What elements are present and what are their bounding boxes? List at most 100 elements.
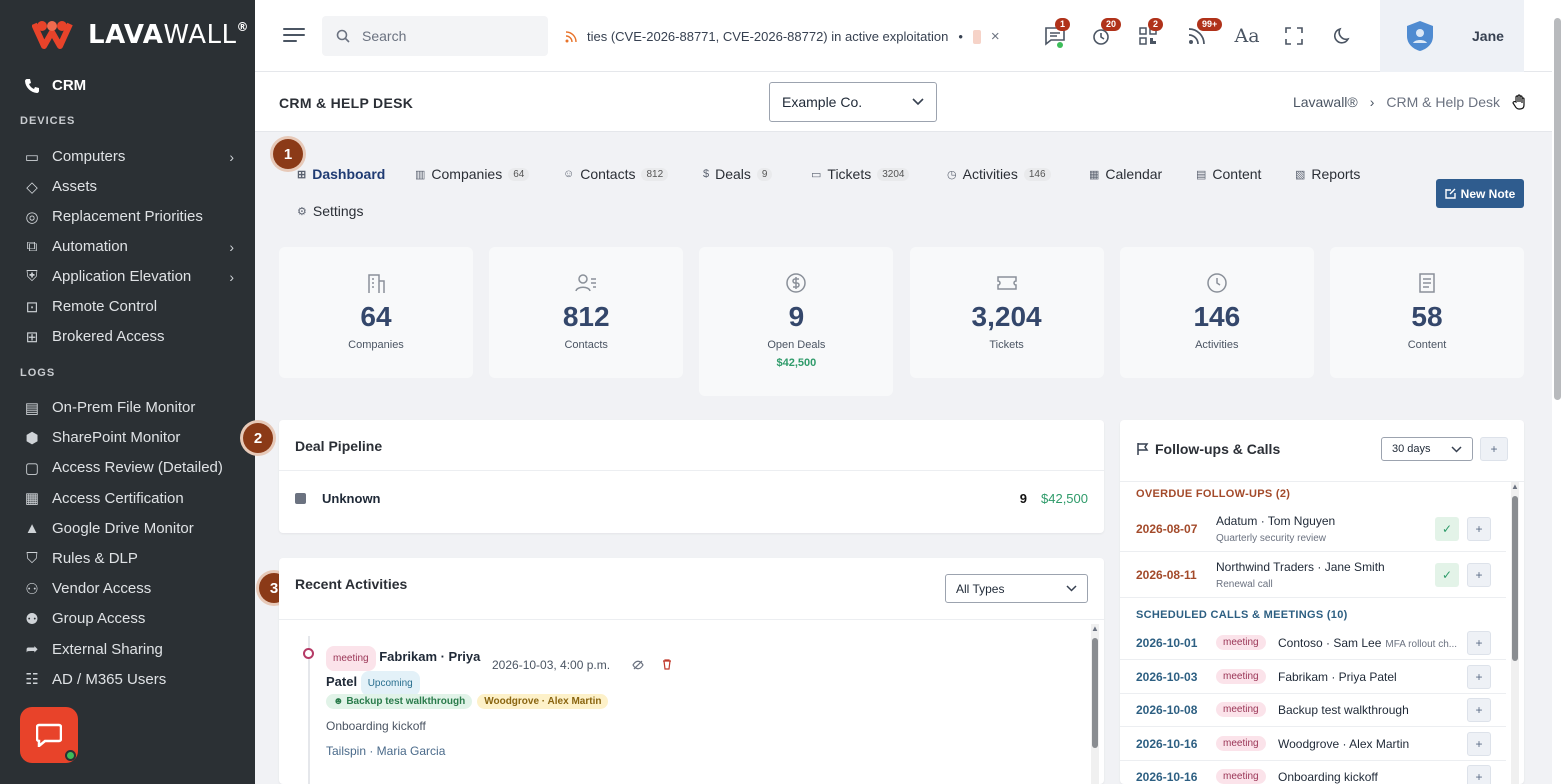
page-scrollbar[interactable] xyxy=(1552,0,1564,784)
scheduled-call-row[interactable]: 2026-10-16 meeting Onboarding kickoff + xyxy=(1120,760,1506,784)
stat-label: Companies xyxy=(348,339,404,351)
messages-button[interactable]: 1 xyxy=(1043,18,1071,48)
sidebar-item-sharepoint-monitor[interactable]: ⬢ SharePoint Monitor xyxy=(24,429,234,447)
font-size-button[interactable]: Aa xyxy=(1233,24,1261,48)
tab-contacts[interactable]: ☺ Contacts 812 xyxy=(563,166,669,182)
tab-tickets[interactable]: ▭ Tickets 3204 xyxy=(811,166,910,182)
stat-card-companies[interactable]: 64 Companies xyxy=(279,247,473,378)
sidebar-item-google-drive-monitor[interactable]: ▲ Google Drive Monitor xyxy=(24,520,234,537)
alert-ticker[interactable]: ties (CVE-2026-88771, CVE-2026-88772) in… xyxy=(565,28,1000,45)
add-followup-note-button[interactable]: + xyxy=(1467,563,1491,587)
tab-reports[interactable]: ▧ Reports xyxy=(1295,166,1360,182)
sidebar-item-vendor-access[interactable]: ⚇ Vendor Access xyxy=(24,580,234,598)
scheduled-type-badge: meeting xyxy=(1216,635,1266,650)
scheduled-heading: SCHEDULED CALLS & MEETINGS (10) xyxy=(1136,609,1348,621)
fullscreen-button[interactable] xyxy=(1282,24,1306,48)
breadcrumb-root[interactable]: Lavawall® xyxy=(1293,94,1358,110)
sidebar-item-label: Application Elevation xyxy=(52,268,192,285)
ticker-close-icon[interactable]: × xyxy=(991,28,1000,45)
activity-item[interactable]: meeting Fabrikam · Priya Patel Upcoming xyxy=(326,646,491,696)
add-call-note-button[interactable]: + xyxy=(1467,664,1491,689)
hamburger-menu-icon[interactable] xyxy=(283,26,305,44)
activity-tag-person[interactable]: ☻ Backup test walkthrough xyxy=(326,694,473,709)
overdue-heading: OVERDUE FOLLOW-UPS (2) xyxy=(1136,488,1291,500)
overdue-followup-row[interactable]: 2026-08-11 Northwind Traders · Jane Smith… xyxy=(1120,552,1506,598)
page-scrollbar-thumb[interactable] xyxy=(1554,18,1561,400)
add-followup-button[interactable]: + xyxy=(1480,437,1508,461)
stat-card-activities[interactable]: 146 Activities xyxy=(1119,247,1314,378)
avatar-shield-icon xyxy=(1407,21,1433,51)
stat-card-content[interactable]: 58 Content xyxy=(1330,247,1524,378)
new-note-button[interactable]: New Note xyxy=(1436,179,1524,208)
sidebar-item-automation[interactable]: ⧉ Automation › xyxy=(24,238,234,255)
stat-card-tickets[interactable]: 3,204 Tickets xyxy=(909,247,1104,378)
stat-card-contacts[interactable]: 812 Contacts xyxy=(489,247,684,378)
sidebar-item-on-prem-file-monitor[interactable]: ▤ On-Prem File Monitor xyxy=(24,399,234,417)
sidebar-item-application-elevation[interactable]: ⛨ Application Elevation › xyxy=(24,268,234,285)
sidebar-item-group-access[interactable]: ⚉ Group Access xyxy=(24,610,234,628)
followup-date: 2026-08-07 xyxy=(1136,522,1198,536)
add-call-note-button[interactable]: + xyxy=(1467,765,1491,784)
lavawall-logo[interactable]: LAVAWALL® xyxy=(32,18,249,52)
overdue-followup-row[interactable]: 2026-08-07 Adatum · Tom Nguyen Quarterly s… xyxy=(1120,506,1506,552)
tab-label: Settings xyxy=(312,203,364,219)
activity-related-link[interactable]: Tailspin · Maria Garcia xyxy=(326,744,445,758)
sidebar-item-access-review-detailed-[interactable]: ▢ Access Review (Detailed) xyxy=(24,459,234,477)
pipeline-row[interactable]: Unknown 9 $42,500 xyxy=(279,470,1104,525)
users-icon: ⚇ xyxy=(25,580,39,598)
tab-content[interactable]: ▤ Content xyxy=(1196,166,1261,182)
add-followup-note-button[interactable]: + xyxy=(1467,517,1491,541)
activities-scrollbar[interactable]: ▲ xyxy=(1091,624,1099,784)
sidebar-item-assets[interactable]: ◇ Assets xyxy=(24,178,234,196)
hand-pointer-icon[interactable] xyxy=(1512,94,1526,110)
chat-launcher-button[interactable] xyxy=(20,707,78,763)
sidebar-crm-header[interactable]: CRM xyxy=(24,77,86,94)
user-menu[interactable]: Jane xyxy=(1380,0,1524,72)
complete-followup-button[interactable]: ✓ xyxy=(1435,517,1459,541)
tab-activities[interactable]: ◷ Activities 146 xyxy=(947,166,1051,182)
timer-button[interactable]: 20 xyxy=(1089,18,1122,48)
stat-label: Activities xyxy=(1195,339,1239,351)
followups-scrollbar[interactable]: ▲ xyxy=(1511,482,1519,784)
scroll-up-arrow[interactable]: ▲ xyxy=(1091,624,1099,633)
sidebar-item-label: Vendor Access xyxy=(52,580,152,598)
activity-type-filter[interactable]: All Types xyxy=(945,574,1088,603)
scheduled-call-row[interactable]: 2026-10-16 meeting Woodgrove · Alex Martin… xyxy=(1120,727,1506,761)
tab-dashboard[interactable]: ⊞ Dashboard xyxy=(297,166,385,182)
timeline-dot xyxy=(303,648,314,659)
sidebar-item-external-sharing[interactable]: ➦ External Sharing xyxy=(24,641,234,659)
step-marker-2: 2 xyxy=(243,423,273,453)
add-call-note-button[interactable]: + xyxy=(1467,698,1491,722)
qr-button[interactable]: 2 xyxy=(1136,18,1164,48)
followups-scrollbar-thumb[interactable] xyxy=(1512,496,1518,661)
complete-followup-button[interactable]: ✓ xyxy=(1435,563,1459,587)
trash-icon[interactable] xyxy=(662,659,672,670)
sidebar-item-rules-dlp[interactable]: ⛉ Rules & DLP xyxy=(24,550,234,567)
sidebar-item-remote-control[interactable]: ⊡ Remote Control xyxy=(24,298,234,316)
sidebar-item-access-certification[interactable]: ▦ Access Certification xyxy=(24,490,234,508)
hide-eye-icon[interactable] xyxy=(632,660,644,670)
tab-calendar[interactable]: ▦ Calendar xyxy=(1089,166,1162,182)
sidebar-item-replacement-priorities[interactable]: ◎ Replacement Priorities xyxy=(24,208,234,226)
scheduled-call-row[interactable]: 2026-10-08 meeting Backup test walkthrough… xyxy=(1120,693,1506,727)
company-select[interactable]: Example Co. xyxy=(769,82,937,122)
activities-scrollbar-thumb[interactable] xyxy=(1092,638,1098,748)
feed-button[interactable]: 99+ xyxy=(1185,18,1223,48)
scheduled-call-row[interactable]: 2026-10-01 meeting Contoso · Sam Lee MFA ro… xyxy=(1120,626,1506,660)
tab-settings[interactable]: ⚙ Settings xyxy=(297,203,363,219)
activity-tag-company[interactable]: Woodgrove · Alex Martin xyxy=(477,694,609,709)
search-input[interactable]: Search xyxy=(322,16,548,56)
add-call-note-button[interactable]: + xyxy=(1467,731,1491,756)
followups-range-select[interactable]: 30 days xyxy=(1381,437,1473,461)
scroll-up-arrow[interactable]: ▲ xyxy=(1511,482,1519,491)
tab-deals[interactable]: $ Deals 9 xyxy=(703,166,773,182)
add-call-note-button[interactable]: + xyxy=(1467,631,1491,655)
scheduled-call-row[interactable]: 2026-10-03 meeting Fabrikam · Priya Patel + xyxy=(1120,660,1506,694)
sidebar-item-brokered-access[interactable]: ⊞ Brokered Access xyxy=(24,328,234,346)
stat-card-open-deals[interactable]: 9 Open Deals $42,500 xyxy=(699,247,894,396)
sidebar-item-ad-m365-users[interactable]: ☷ AD / M365 Users xyxy=(24,671,234,689)
stat-value: 812 xyxy=(562,301,610,332)
tab-companies[interactable]: ▥ Companies 64 xyxy=(415,166,530,182)
dark-mode-button[interactable] xyxy=(1331,24,1355,48)
sidebar-item-computers[interactable]: ▭ Computers › xyxy=(24,148,234,166)
